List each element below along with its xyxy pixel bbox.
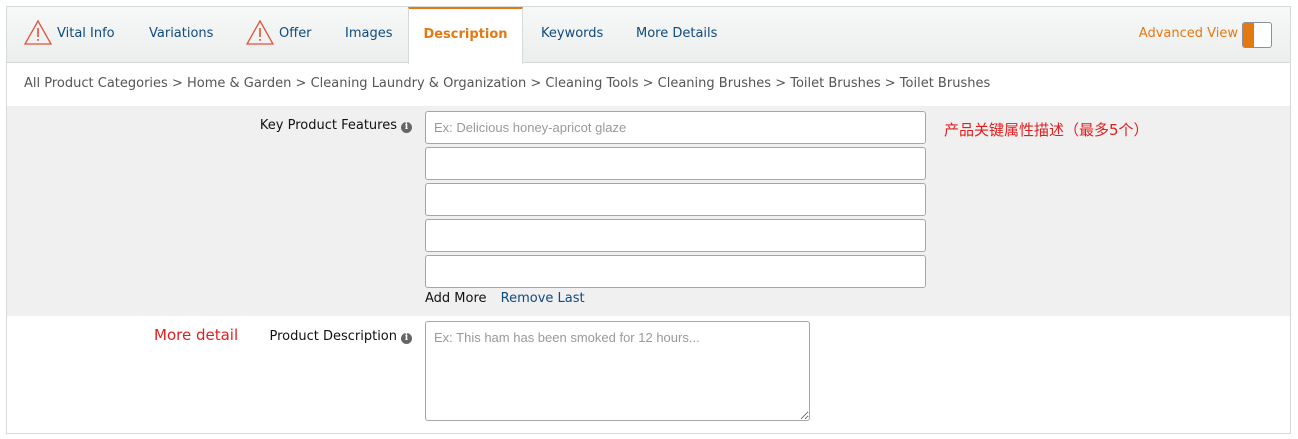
key-feature-input-5[interactable] xyxy=(425,255,926,288)
tab-label: Variations xyxy=(149,26,214,41)
tab-label: More Details xyxy=(636,26,718,41)
warning-icon xyxy=(246,19,274,45)
remove-last-link[interactable]: Remove Last xyxy=(501,291,585,306)
add-more-link[interactable]: Add More xyxy=(425,291,487,306)
info-icon[interactable]: i xyxy=(401,122,412,133)
listing-editor: Vital Info Variations Offer Images Descr… xyxy=(6,6,1291,434)
tab-vital-info[interactable]: Vital Info xyxy=(24,7,115,63)
product-description-label: Product Description i xyxy=(269,329,412,344)
tab-keywords[interactable]: Keywords xyxy=(541,7,603,63)
key-feature-input-3[interactable] xyxy=(425,183,926,216)
warning-icon xyxy=(24,19,52,45)
product-description-label-text: Product Description xyxy=(269,329,397,344)
key-features-annotation: 产品关键属性描述（最多5个） xyxy=(944,121,1149,139)
tab-label: Description xyxy=(423,27,508,42)
toggle-on-indicator xyxy=(1243,23,1254,47)
tab-offer[interactable]: Offer xyxy=(246,7,312,63)
tab-images[interactable]: Images xyxy=(345,7,393,63)
tab-description[interactable]: Description xyxy=(408,7,523,64)
key-feature-input-1[interactable] xyxy=(425,111,926,144)
advanced-view-toggle[interactable] xyxy=(1242,22,1272,48)
breadcrumb: All Product Categories > Home & Garden >… xyxy=(24,76,991,91)
key-features-label-text: Key Product Features xyxy=(259,118,397,133)
tab-bar: Vital Info Variations Offer Images Descr… xyxy=(7,7,1290,64)
product-description-textarea[interactable] xyxy=(425,321,810,421)
tab-label: Offer xyxy=(279,26,312,41)
tab-variations[interactable]: Variations xyxy=(149,7,213,63)
tab-label: Vital Info xyxy=(57,26,115,41)
feature-actions: Add More Remove Last xyxy=(425,291,585,306)
key-feature-input-4[interactable] xyxy=(425,219,926,252)
key-feature-input-2[interactable] xyxy=(425,147,926,180)
tab-label: Images xyxy=(345,26,393,41)
tab-more-details[interactable]: More Details xyxy=(636,7,717,63)
info-icon[interactable]: i xyxy=(401,333,412,344)
advanced-view-label: Advanced View xyxy=(1138,26,1238,41)
tab-label: Keywords xyxy=(541,26,604,41)
key-features-label: Key Product Features i xyxy=(260,118,412,133)
key-features-section: Key Product Features i 产品关键属性描述（最多5个） Add… xyxy=(7,106,1290,316)
description-annotation: More detail xyxy=(154,326,239,344)
